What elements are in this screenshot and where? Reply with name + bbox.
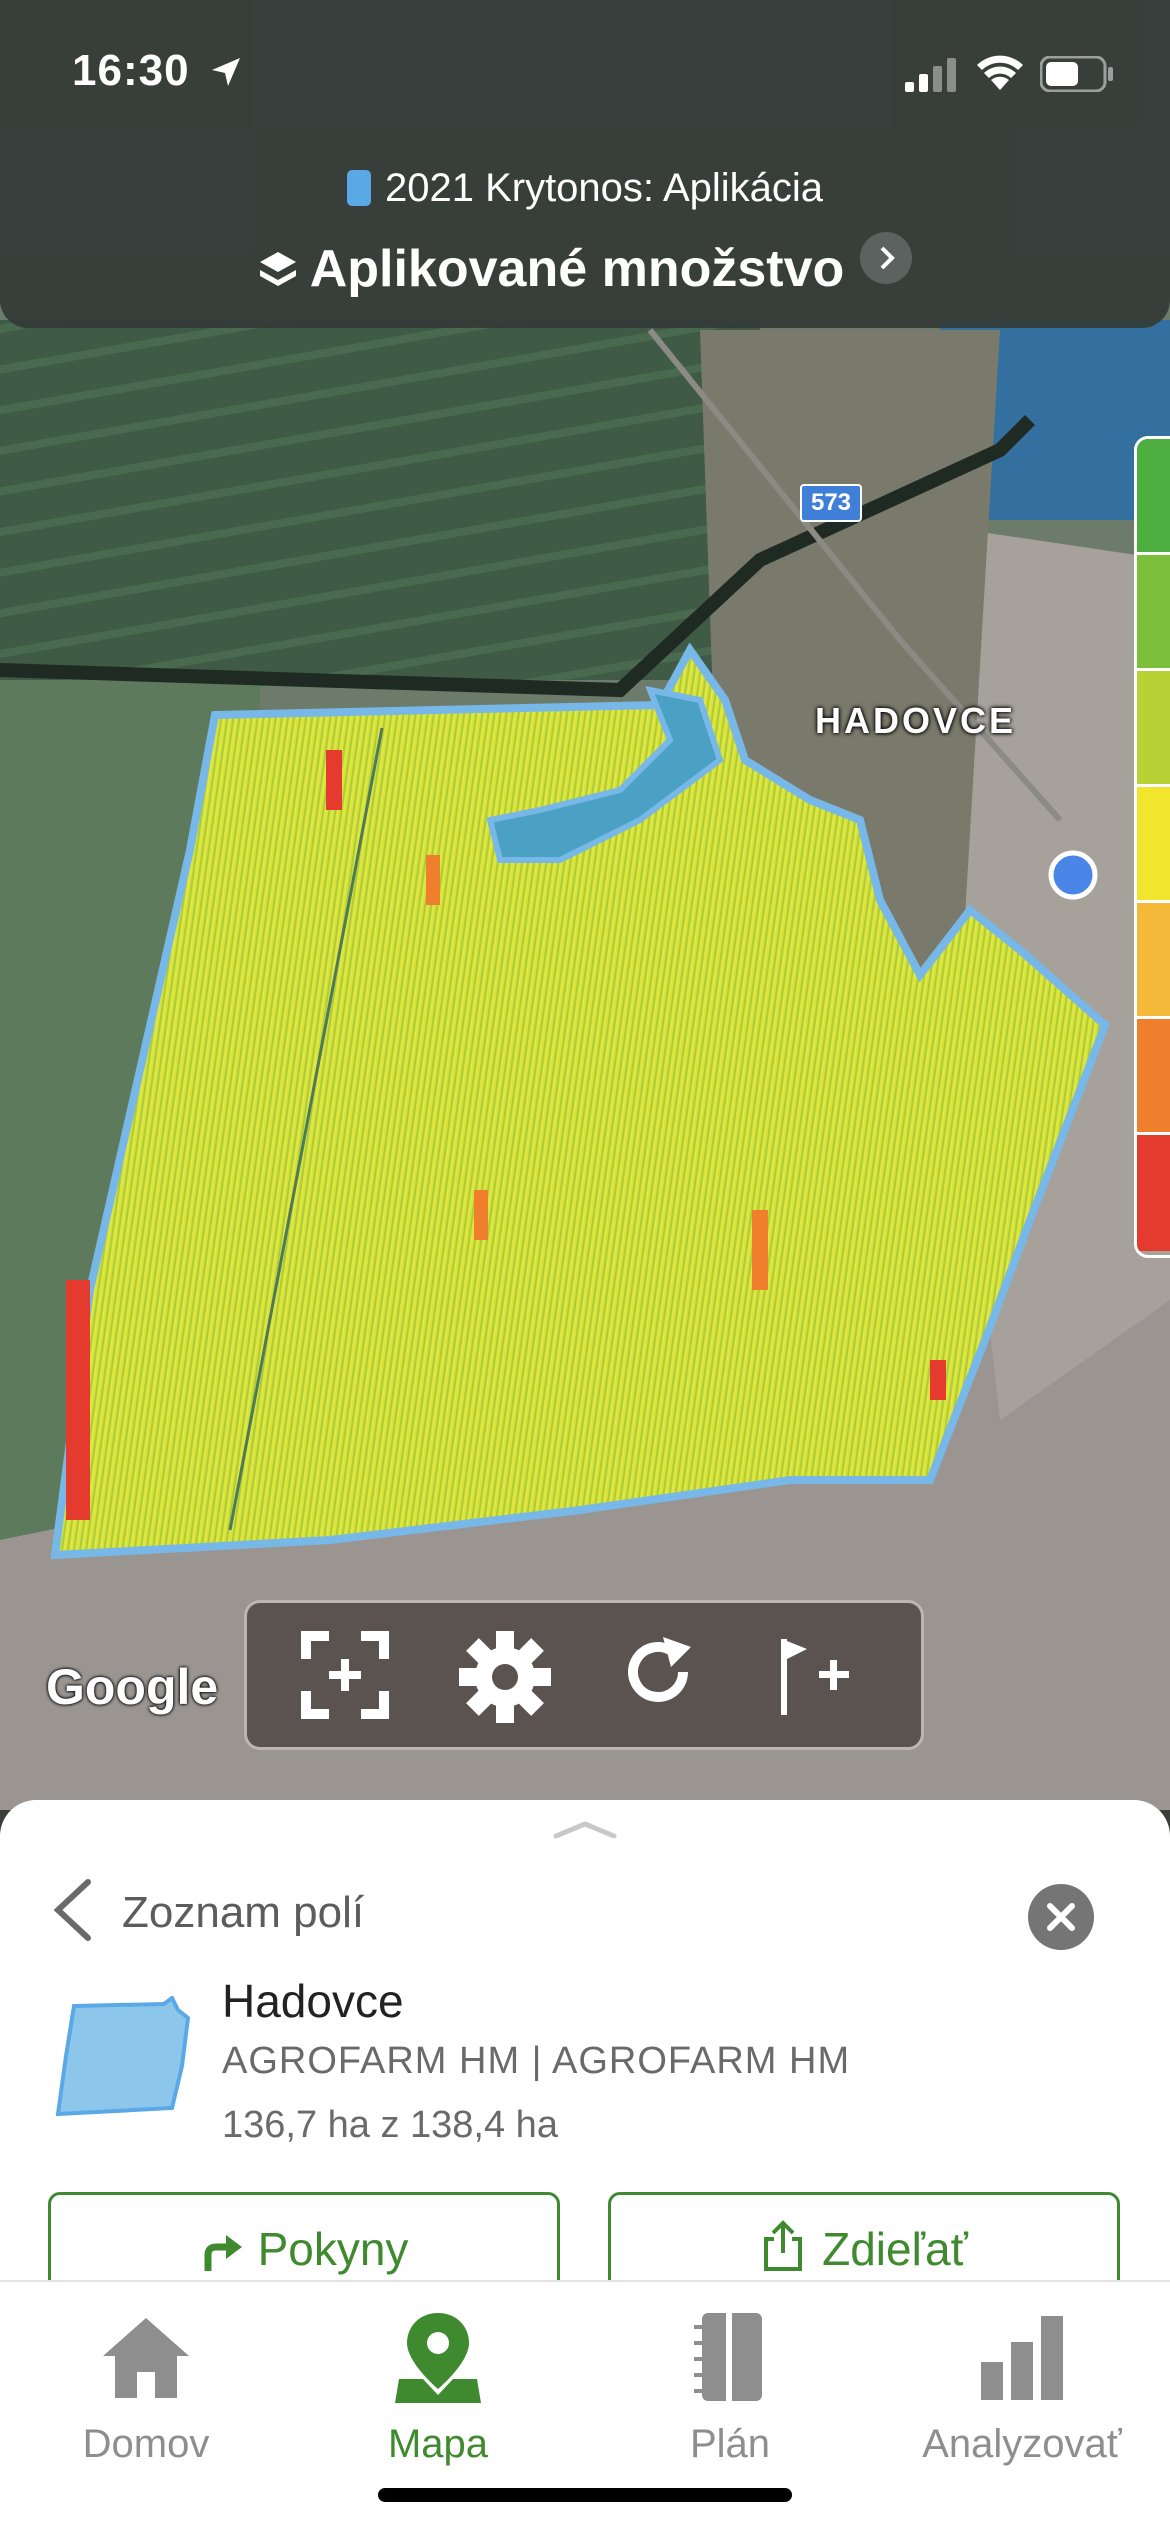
farm-name: AGROFARM HM | AGROFARM HM [222, 2040, 851, 2082]
map-pin-icon [395, 2313, 481, 2403]
legend-bin [1137, 1019, 1170, 1135]
cellular-signal-icon [905, 58, 956, 92]
legend-bin [1137, 787, 1170, 903]
legend-bin [1137, 555, 1170, 671]
map-toolbar [244, 1600, 924, 1750]
top-bar: 16:30 2021 Krytonos: Aplikácia Aplikovan… [0, 0, 1170, 328]
layers-icon [259, 252, 296, 286]
share-icon [764, 2220, 803, 2271]
sheet-grabber-icon[interactable] [552, 1818, 618, 1842]
home-icon [103, 2318, 189, 2398]
chevron-right-icon[interactable] [860, 232, 913, 284]
layer-title: Aplikované množstvo [309, 240, 845, 298]
tab-plan[interactable]: Plán [584, 2302, 876, 2467]
add-flag-icon[interactable] [763, 1627, 863, 1727]
layer-selector[interactable]: Aplikované množstvo [0, 232, 1170, 299]
legend-bin [1137, 671, 1170, 787]
current-location-icon [1048, 850, 1098, 900]
tab-label: Analyzovať [922, 2422, 1122, 2466]
share-label: Zdieľať [822, 2223, 968, 2275]
settings-gear-icon[interactable] [455, 1627, 555, 1727]
notebook-icon [694, 2313, 762, 2401]
legend-bin [1137, 903, 1170, 1019]
tab-label: Domov [82, 2422, 210, 2466]
field-shape-icon [55, 1996, 190, 2116]
refresh-icon[interactable] [613, 1627, 713, 1727]
back-label: Zoznam polí [122, 1888, 365, 1937]
chevron-left-icon [53, 1879, 91, 1941]
field-name: Hadovce [222, 1975, 404, 2027]
yield-legend [1134, 436, 1170, 1258]
wifi-icon [977, 55, 1023, 90]
season-title-text: 2021 Krytonos: Aplikácia [384, 166, 824, 210]
bar-chart-icon [981, 2316, 1063, 2400]
google-logo: Google [46, 1659, 219, 1715]
field-detail-sheet: Zoznam polí Hadovce AGROFARM HM | AGROFA… [0, 1800, 1170, 2340]
tab-label: Mapa [387, 2422, 489, 2466]
close-icon [1047, 1903, 1075, 1931]
status-time: 16:30 [72, 46, 190, 95]
season-color-swatch [346, 170, 371, 206]
season-title[interactable]: 2021 Krytonos: Aplikácia [0, 166, 1170, 211]
turn-right-arrow-icon [204, 2235, 242, 2271]
directions-label: Pokyny [257, 2223, 409, 2275]
fit-bounds-icon[interactable] [297, 1627, 397, 1727]
legend-bin [1137, 1135, 1170, 1251]
battery-icon [1040, 56, 1113, 92]
close-button[interactable] [1028, 1884, 1094, 1950]
location-arrow-icon [212, 58, 240, 86]
home-indicator[interactable] [378, 2488, 792, 2502]
field-area: 136,7 ha z 138,4 ha [222, 2104, 558, 2146]
tab-label: Plán [689, 2422, 771, 2466]
tab-analyze[interactable]: Analyzovať [876, 2302, 1168, 2467]
town-label: HADOVCE [815, 700, 1017, 741]
tab-map[interactable]: Mapa [292, 2302, 584, 2467]
legend-bin [1137, 439, 1170, 555]
road-number-badge: 573 [800, 484, 862, 522]
tab-home[interactable]: Domov [0, 2302, 292, 2467]
